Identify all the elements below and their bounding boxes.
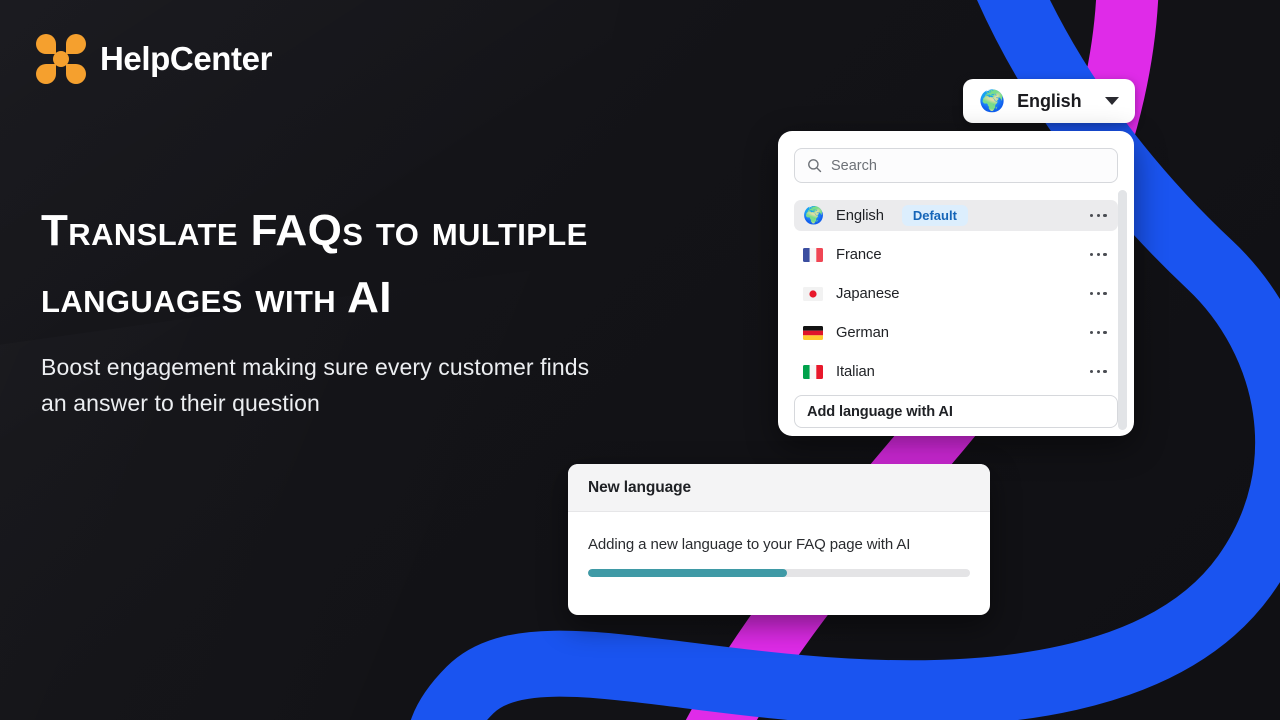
flag-germany-icon — [803, 325, 823, 340]
promo-banner: HelpCenter Translate FAQs to multiple la… — [0, 0, 1280, 720]
new-language-card-description: Adding a new language to your FAQ page w… — [588, 536, 911, 553]
dropdown-scrollbar[interactable] — [1118, 190, 1127, 430]
logo-petal-bottom-right — [66, 64, 86, 84]
page-title: Translate FAQs to multiple languages wit… — [41, 206, 588, 322]
logo-petal-top-right — [66, 34, 86, 54]
language-name: France — [836, 246, 882, 263]
language-switcher-button[interactable]: 🌍 English — [963, 79, 1135, 123]
language-name: Italian — [836, 363, 875, 380]
new-language-card-body: Adding a new language to your FAQ page w… — [568, 512, 990, 577]
flag-japan-icon — [803, 286, 823, 301]
scrollbar-thumb[interactable] — [1118, 190, 1127, 430]
language-name: English — [836, 207, 884, 224]
language-name: German — [836, 324, 889, 341]
language-row-italian[interactable]: Italian — [794, 356, 1118, 387]
hero-copy: Translate FAQs to multiple languages wit… — [41, 197, 601, 421]
language-row-france[interactable]: France — [794, 239, 1118, 270]
brand-name: HelpCenter — [100, 40, 273, 77]
new-language-card-title: New language — [588, 478, 692, 496]
helpcenter-petals-logo-icon — [36, 34, 86, 84]
search-input-wrapper[interactable]: Search — [794, 148, 1118, 183]
new-language-card: New language Adding a new language to yo… — [568, 464, 990, 615]
page-subtitle: Boost engagement making sure every custo… — [41, 354, 590, 416]
flag-france-icon — [803, 247, 823, 262]
add-language-with-ai-button[interactable]: Add language with AI — [794, 395, 1118, 428]
more-options-icon[interactable] — [1089, 213, 1107, 218]
brand-logo[interactable]: HelpCenter — [36, 34, 272, 84]
new-language-card-header: New language — [568, 464, 990, 512]
language-name: Japanese — [836, 285, 900, 302]
globe-icon: 🌍 — [979, 89, 1006, 113]
logo-petal-top-left — [36, 34, 56, 54]
more-options-icon[interactable] — [1089, 252, 1107, 257]
more-options-icon[interactable] — [1089, 369, 1107, 374]
search-icon — [808, 159, 822, 173]
language-row-japanese[interactable]: Japanese — [794, 278, 1118, 309]
language-row-english[interactable]: 🌍 English Default — [794, 200, 1118, 231]
progress-bar-fill — [588, 569, 787, 577]
more-options-icon[interactable] — [1089, 330, 1107, 335]
flag-italy-icon — [803, 364, 823, 379]
globe-icon: 🌍 — [803, 205, 823, 225]
search-input[interactable]: Search — [831, 158, 877, 174]
language-dropdown-panel: Search 🌍 English Default France Japanese… — [778, 131, 1134, 436]
status-badge: Default — [901, 205, 968, 226]
more-options-icon[interactable] — [1089, 291, 1107, 296]
chevron-down-icon — [1105, 97, 1119, 105]
language-row-german[interactable]: German — [794, 317, 1118, 348]
logo-center-dot — [53, 51, 69, 67]
logo-petal-bottom-left — [36, 64, 56, 84]
progress-bar-track — [588, 569, 970, 577]
language-list: 🌍 English Default France Japanese German… — [794, 200, 1118, 387]
language-switcher-label: English — [1017, 90, 1082, 111]
